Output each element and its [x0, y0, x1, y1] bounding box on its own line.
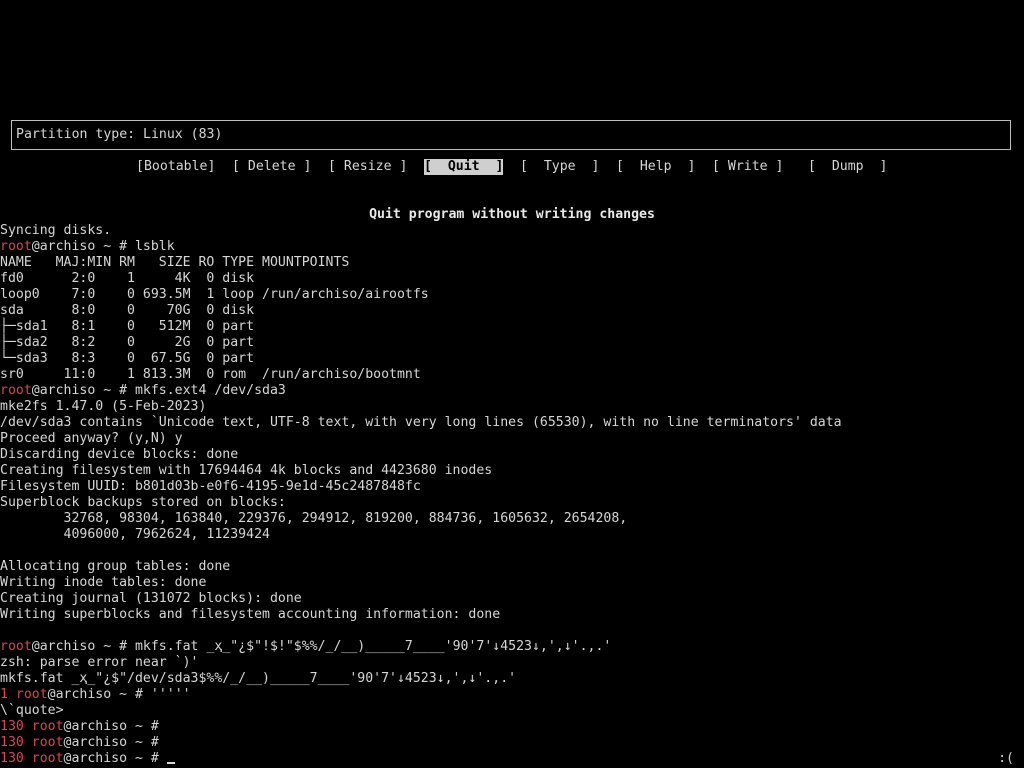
lsblk-row: ├─sda1 8:1 0 512M 0 part [0, 319, 255, 334]
menu-type[interactable]: [ Type ] [520, 159, 599, 175]
exit-code: 130 [0, 735, 24, 750]
lsblk-row: sr0 11:0 1 813.3M 0 rom /run/archiso/boo… [0, 367, 421, 382]
command-text: lsblk [134, 239, 175, 254]
terminal-line: mkfs.fat _ҳ_"¿$"/dev/sda3$%%/_/__)_____7… [0, 671, 517, 686]
prompt-host: @archiso ~ # [47, 687, 151, 702]
exit-code: 130 [0, 719, 24, 734]
terminal-line: Syncing disks. [0, 223, 112, 238]
menu-bootable[interactable]: [Bootable] [136, 159, 215, 175]
prompt-user: root [15, 687, 48, 702]
terminal-line: 4096000, 7962624, 11239424 [0, 527, 270, 542]
shell-prompt: 130 root@archiso ~ # [0, 735, 842, 751]
menu-resize[interactable]: [ Resize ] [328, 159, 407, 175]
lsblk-row: NAME MAJ:MIN RM SIZE RO TYPE MOUNTPOINTS [0, 255, 350, 270]
shell-prompt: 1 root@archiso ~ # ''''' [0, 687, 842, 703]
menu-dump[interactable]: [ Dump ] [808, 159, 887, 175]
prompt-user: root [31, 735, 64, 750]
lsblk-row: loop0 7:0 0 693.5M 1 loop /run/archiso/a… [0, 287, 429, 302]
lsblk-row: fd0 2:0 1 4K 0 disk [0, 271, 255, 286]
lsblk-row: ├─sda2 8:2 0 2G 0 part [0, 335, 255, 350]
terminal-line: \`quote> [0, 703, 64, 718]
lsblk-row: sda 8:0 0 70G 0 disk [0, 303, 255, 318]
text-cursor [166, 762, 175, 764]
terminal-line: Proceed anyway? (y,N) y [0, 431, 183, 446]
prompt-host: @archiso ~ # [31, 239, 135, 254]
terminal-line: Discarding device blocks: done [0, 447, 239, 462]
right-prompt-status: :( [998, 751, 1014, 766]
prompt-user: root [0, 383, 32, 398]
partition-type-box: Partition type: Linux (83) [11, 120, 1011, 150]
command-text: ''''' [150, 687, 191, 702]
prompt-host: @archiso ~ # [63, 735, 167, 750]
menu-delete[interactable]: [ Delete ] [232, 159, 311, 175]
exit-code: 1 [0, 687, 8, 702]
terminal-line: 32768, 98304, 163840, 229376, 294912, 81… [0, 511, 628, 526]
shell-prompt: root@archiso ~ # mkfs.fat _ҳ_"¿$"!$!"$%%… [0, 639, 842, 655]
menu-quit[interactable]: [ Quit ] [424, 159, 504, 175]
exit-code: 130 [0, 751, 24, 766]
prompt-user: root [0, 239, 32, 254]
prompt-user: root [31, 751, 64, 766]
menu-description: Quit program without writing changes [369, 207, 655, 222]
prompt-user: root [31, 719, 64, 734]
prompt-user: root [0, 639, 32, 654]
shell-prompt-active[interactable]: 130 root@archiso ~ # [0, 751, 842, 767]
command-text: mkfs.ext4 /dev/sda3 [134, 383, 286, 398]
terminal-line: Writing inode tables: done [0, 575, 207, 590]
terminal-line: Superblock backups stored on blocks: [0, 495, 286, 510]
shell-prompt: 130 root@archiso ~ # [0, 719, 842, 735]
prompt-host: @archiso ~ # [31, 383, 135, 398]
terminal-line: mke2fs 1.47.0 (5-Feb-2023) [0, 399, 207, 414]
partition-type-text: Partition type: Linux (83) [16, 127, 223, 142]
menu-help[interactable]: [ Help ] [616, 159, 695, 175]
lsblk-row: └─sda3 8:3 0 67.5G 0 part [0, 351, 255, 366]
prompt-host: @archiso ~ # [63, 719, 167, 734]
prompt-host: @archiso ~ # [31, 639, 135, 654]
terminal-line: Writing superblocks and filesystem accou… [0, 607, 501, 622]
menu-write[interactable]: [ Write ] [712, 159, 783, 175]
terminal-line: Creating filesystem with 17694464 4k blo… [0, 463, 493, 478]
command-text: mkfs.fat _ҳ_"¿$"!$!"$%%/_/__)_____7____'… [134, 639, 612, 654]
terminal-line: zsh: parse error near `)' [0, 655, 199, 670]
terminal[interactable]: Syncing disks. root@archiso ~ # lsblk NA… [0, 223, 842, 767]
cfdisk-menu: [Bootable] [ Delete ] [ Resize ] [ Quit … [0, 159, 1024, 177]
terminal-line: Allocating group tables: done [0, 559, 231, 574]
shell-prompt: root@archiso ~ # lsblk [0, 239, 842, 255]
shell-prompt: root@archiso ~ # mkfs.ext4 /dev/sda3 [0, 383, 842, 399]
terminal-line: Filesystem UUID: b801d03b-e0f6-4195-9e1d… [0, 479, 421, 494]
prompt-host: @archiso ~ # [63, 751, 167, 766]
terminal-line: Creating journal (131072 blocks): done [0, 591, 302, 606]
terminal-line: /dev/sda3 contains `Unicode text, UTF-8 … [0, 415, 842, 430]
